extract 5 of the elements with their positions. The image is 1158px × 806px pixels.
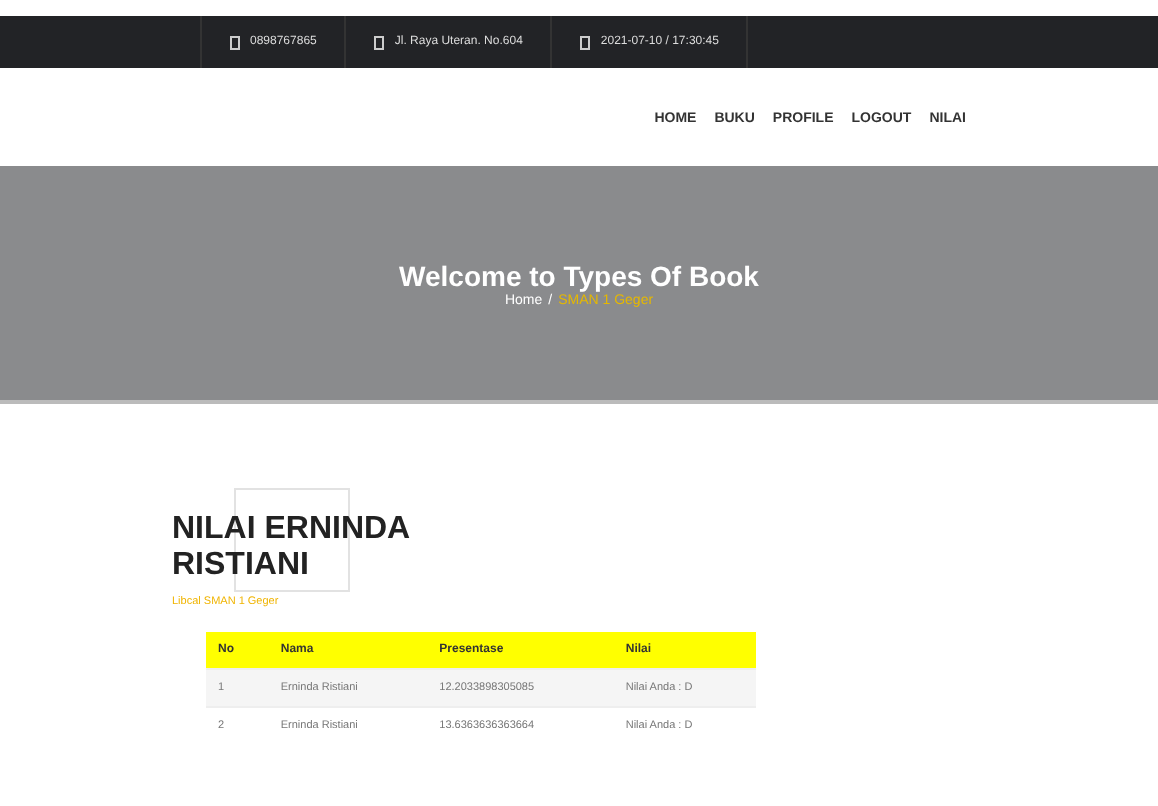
rectangle-icon xyxy=(374,35,385,49)
rectangle-icon xyxy=(230,35,240,49)
page-heading: NILAI ERNINDA RISTIANI xyxy=(172,512,412,584)
hero-title: Welcome to Types Of Book xyxy=(399,259,759,291)
rectangle-icon xyxy=(580,35,591,49)
